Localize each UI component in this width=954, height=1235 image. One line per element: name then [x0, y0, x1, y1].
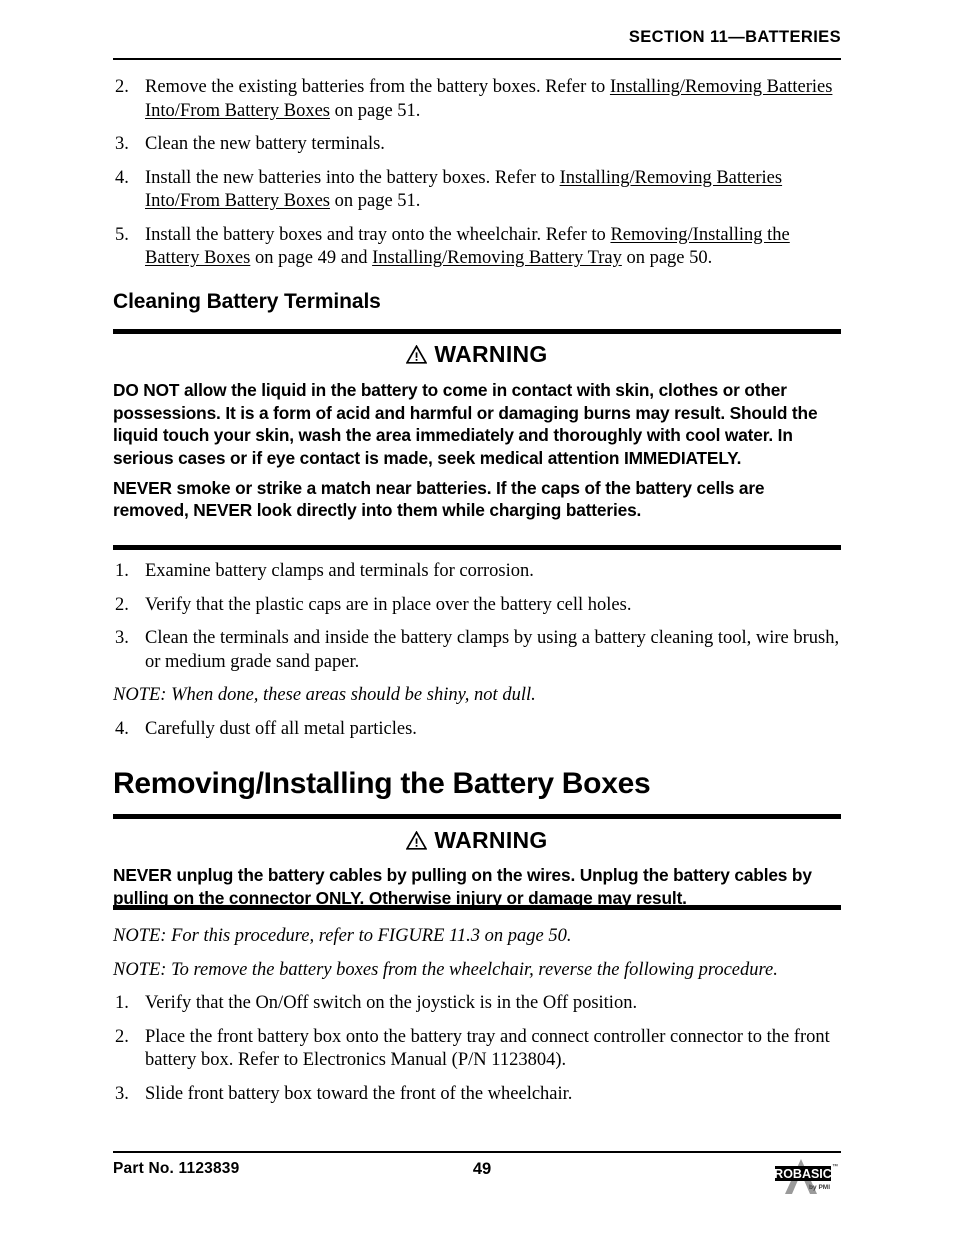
list-item-text: Install the battery boxes and tray onto …	[145, 225, 790, 269]
warning-two-title: WARNING	[113, 827, 841, 855]
list-item-number: 2.	[115, 594, 129, 615]
note-line: NOTE: To remove the battery boxes from t…	[113, 959, 778, 980]
list-item: 4. Carefully dust off all metal particles…	[113, 718, 841, 742]
cleaning-steps-list: 1. Examine battery clamps and terminals f…	[113, 560, 841, 751]
footer-rule	[113, 1151, 841, 1153]
text-run: Remove the existing batteries from the b…	[145, 77, 610, 97]
list-item: 5. Install the battery boxes and tray ont…	[113, 224, 841, 271]
text-run: Install the new batteries into the batte…	[145, 167, 560, 188]
list-item: 2. Place the front battery box onto the b…	[113, 1026, 841, 1073]
emphasis-text: NEVER	[193, 500, 253, 521]
warning-two-body: NEVER unplug the battery cables by pulli…	[113, 864, 841, 909]
warning-one-bottom-rule	[113, 545, 841, 550]
warning-paragraph: NEVER unplug the battery cables by pulli…	[113, 864, 841, 909]
warning-one-title: WARNING	[113, 341, 841, 369]
warning-paragraph: NEVER smoke or strike a match near batte…	[113, 477, 841, 522]
text-run: on page 51.	[329, 191, 421, 211]
emphasis-text: IMMEDIATELY.	[623, 447, 742, 468]
list-item-text: Verify that the plastic caps are in plac…	[145, 594, 632, 615]
logo-wordmark: PROBASICS	[766, 1167, 840, 1181]
list-item-text: Clean the new battery terminals.	[145, 134, 385, 154]
warning-two-bottom-rule	[113, 905, 841, 910]
list-item-number: 1.	[115, 561, 129, 581]
logo-tm: ™	[832, 1163, 838, 1170]
list-item: 2. Verify that the plastic caps are in pl…	[113, 594, 841, 618]
list-item: 2. Remove the existing batteries from the…	[113, 76, 841, 123]
list-item: 4. Install the new batteries into the bat…	[113, 167, 841, 214]
emphasis-text: NEVER	[113, 865, 172, 886]
text-run: look directly into them while charging b…	[252, 500, 642, 521]
list-item: 1. Verify that the On/Off switch on the j…	[113, 992, 841, 1016]
warning-two-label: WARNING	[434, 827, 548, 853]
list-item: 1. Examine battery clamps and terminals f…	[113, 560, 841, 584]
footer-page-number: 49	[472, 1160, 492, 1178]
list-item-number: 3.	[115, 134, 129, 154]
page-footer: Part No. 1123839 49 PROBASICS by PMI ™	[113, 1157, 841, 1207]
list-item: 3. Clean the terminals and inside the bat…	[113, 627, 841, 674]
warning-paragraph: DO NOT allow the liquid in the battery t…	[113, 379, 841, 469]
removing-steps: NOTE: For this procedure, refer to FIGUR…	[113, 925, 841, 1106]
text-run: Clean the new battery terminals.	[145, 134, 385, 154]
list-item: 3. Clean the new battery terminals.	[113, 133, 841, 157]
list-item-number: 4.	[115, 718, 129, 739]
cross-reference-link[interactable]: Installing/Removing Battery Tray	[372, 248, 622, 268]
list-item-text: Place the front battery box onto the bat…	[145, 1026, 830, 1071]
text-run: on page 49 and	[250, 248, 373, 268]
text-run: Install the battery boxes and tray onto …	[145, 224, 611, 245]
text-run: on page 51.	[329, 100, 421, 121]
warning-one-top-rule	[113, 329, 841, 334]
list-item-number: 4.	[115, 167, 129, 188]
emphasis-text: NEVER	[113, 478, 172, 499]
list-item: 3. Slide front battery box toward the fro…	[113, 1083, 841, 1107]
list-item-text: Carefully dust off all metal particles.	[145, 718, 417, 739]
list-item-number: 2.	[115, 1026, 129, 1047]
heading-removing-installing-battery-boxes: Removing/Installing the Battery Boxes	[113, 767, 651, 800]
list-item-text: Install the new batteries into the batte…	[145, 168, 782, 212]
warning-box-two: WARNING NEVER unplug the battery cables …	[113, 827, 841, 909]
warning-triangle-icon	[405, 343, 428, 369]
removing-steps-list: NOTE: For this procedure, refer to FIGUR…	[113, 925, 841, 1116]
list-item-text: Remove the existing batteries from the b…	[145, 77, 832, 121]
list-item-number: 3.	[115, 628, 129, 648]
cleaning-subheading-wrap: Cleaning Battery Terminals	[113, 290, 841, 314]
probasics-logo: PROBASICS by PMI ™	[761, 1157, 845, 1197]
top-list: 2. Remove the existing batteries from the…	[113, 76, 841, 271]
list-item-number: 3.	[115, 1083, 129, 1104]
subheading-cleaning-battery-terminals: Cleaning Battery Terminals	[113, 290, 381, 313]
list-item-text: Verify that the On/Off switch on the joy…	[145, 993, 638, 1013]
header-rule	[113, 58, 841, 60]
text-run: on page 50.	[621, 248, 713, 268]
list-item-text: Examine battery clamps and terminals for…	[145, 561, 534, 581]
cleaning-steps: 1. Examine battery clamps and terminals f…	[113, 560, 841, 741]
page-header: SECTION 11—BATTERIES	[113, 28, 841, 47]
document-page: SECTION 11—BATTERIES 2. Remove the existi…	[0, 0, 954, 1235]
warning-triangle-icon	[405, 829, 428, 855]
warning-two-top-rule	[113, 814, 841, 819]
emphasis-text: DO NOT	[113, 380, 180, 401]
removing-heading-wrap: Removing/Installing the Battery Boxes	[113, 767, 841, 802]
list-item-number: 1.	[115, 993, 129, 1013]
warning-one-body: DO NOT allow the liquid in the battery t…	[113, 379, 841, 521]
note-line: NOTE: For this procedure, refer to FIGUR…	[113, 926, 572, 946]
list-item-text: Clean the terminals and inside the batte…	[145, 628, 840, 672]
warning-box-one: WARNING DO NOT allow the liquid in the b…	[113, 341, 841, 522]
warning-one-label: WARNING	[434, 341, 548, 367]
list-item-number: 2.	[115, 77, 129, 97]
list-item-number: 5.	[115, 224, 129, 245]
section-title: SECTION 11—BATTERIES	[628, 28, 841, 46]
list-item-text: Slide front battery box toward the front…	[145, 1083, 573, 1104]
logo-byline: by PMI	[809, 1184, 830, 1191]
note-line: NOTE: When done, these areas should be s…	[113, 685, 536, 705]
top-numbered-list: 2. Remove the existing batteries from the…	[113, 76, 841, 281]
